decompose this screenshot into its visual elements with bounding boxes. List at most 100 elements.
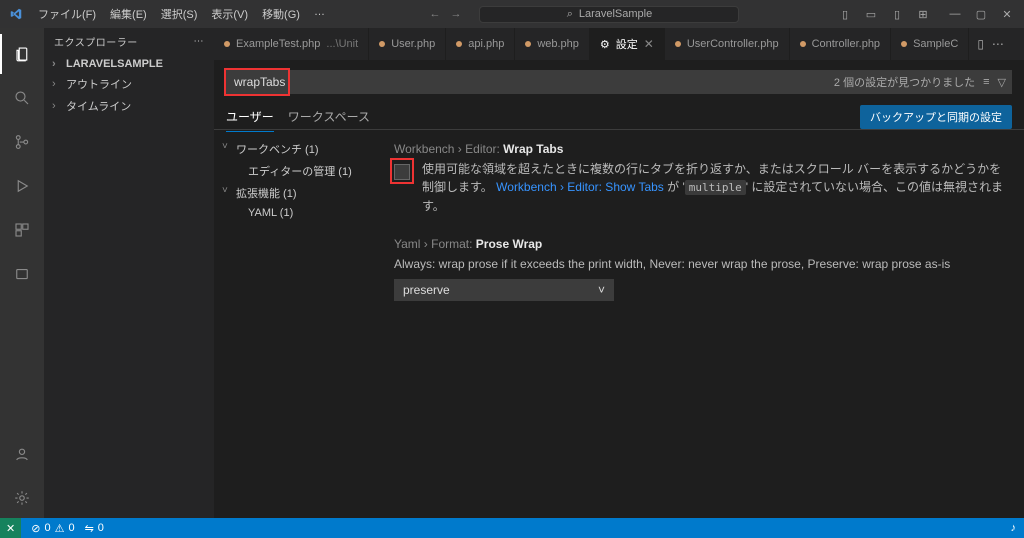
sidebar-section-outline[interactable]: アウトライン <box>44 73 214 95</box>
editor-tab[interactable]: ExampleTest.php ...\Unit <box>214 28 369 60</box>
settings-search-row: 2 個の設定が見つかりました ≡ ▽ <box>214 60 1024 100</box>
menu-go[interactable]: 移動(G) <box>256 2 306 26</box>
gear-icon: ⚙ <box>600 38 610 51</box>
status-ports[interactable]: ⇋0 <box>85 522 104 535</box>
settings-gear-icon[interactable] <box>0 478 44 518</box>
tab-label: 設定 <box>616 36 638 52</box>
editor-tab[interactable]: SampleC <box>891 28 969 60</box>
settings-header: ユーザー ワークスペース バックアップと同期の設定 <box>214 100 1024 130</box>
settings-tree-node[interactable]: YAML (1) <box>218 204 370 222</box>
window-minimize[interactable]: — <box>946 8 964 21</box>
split-editor-icon[interactable]: ▯ <box>977 37 984 51</box>
ports-icon: ⇋ <box>85 522 94 535</box>
account-icon[interactable] <box>0 434 44 474</box>
editor-area: ExampleTest.php ...\Unit User.php api.php w… <box>214 28 1024 518</box>
sidebar-title: エクスプローラー <box>54 34 138 49</box>
settings-tree-node[interactable]: ワークベンチ (1) <box>218 138 370 160</box>
file-type-icon <box>456 41 462 47</box>
settings-tree-node[interactable]: エディターの管理 (1) <box>218 160 370 182</box>
code-value: multiple <box>685 180 746 195</box>
nav-back-icon[interactable]: ← <box>429 8 440 20</box>
search-icon: ⌕ <box>567 8 573 21</box>
settings-tree: ワークベンチ (1)エディターの管理 (1)拡張機能 (1)YAML (1) <box>214 130 374 518</box>
sidebar-section-project[interactable]: LARAVELSAMPLE <box>44 55 214 73</box>
backup-sync-button[interactable]: バックアップと同期の設定 <box>860 105 1012 129</box>
menu-select[interactable]: 選択(S) <box>155 2 204 26</box>
error-icon: ⊘ <box>31 522 40 535</box>
settings-clear-icon[interactable]: ▽ <box>998 76 1006 89</box>
setting-name: Prose Wrap <box>476 237 542 251</box>
json-icon[interactable] <box>0 254 44 294</box>
setting-link[interactable]: Workbench › Editor: Show Tabs <box>496 180 664 194</box>
setting-category: Yaml › Format: <box>394 237 472 251</box>
remote-indicator[interactable]: ✕ <box>0 518 21 538</box>
setting-wrap-tabs: Workbench › Editor: Wrap Tabs 使用可能な領域を超え… <box>394 142 1004 215</box>
more-icon[interactable]: ⋯ <box>992 37 1004 51</box>
status-problems[interactable]: ⊘0 ⚠0 <box>31 522 74 535</box>
tab-label: UserController.php <box>687 38 779 50</box>
menu-view[interactable]: 表示(V) <box>205 2 254 26</box>
layout-icon-1[interactable]: ▯ <box>836 8 854 21</box>
settings-results-count: 2 個の設定が見つかりました <box>834 74 975 90</box>
layout-icon-3[interactable]: ▯ <box>888 8 906 21</box>
file-type-icon <box>800 41 806 47</box>
editor-tab[interactable]: api.php <box>446 28 515 60</box>
window-close[interactable]: ✕ <box>998 8 1016 21</box>
window-maximize[interactable]: ▢ <box>972 8 990 21</box>
run-debug-icon[interactable] <box>0 166 44 206</box>
activity-bar <box>0 28 44 518</box>
editor-tabs: ExampleTest.php ...\Unit User.php api.php w… <box>214 28 1024 60</box>
tab-label: api.php <box>468 38 504 50</box>
command-center[interactable]: ⌕ LaravelSample <box>479 6 739 23</box>
scope-user[interactable]: ユーザー <box>226 102 274 132</box>
setting-category: Workbench › Editor: <box>394 142 500 156</box>
layout-icon-2[interactable]: ▭ <box>862 8 880 21</box>
annotation-highlight <box>390 158 414 184</box>
extensions-icon[interactable] <box>0 210 44 250</box>
menu-edit[interactable]: 編集(E) <box>104 2 153 26</box>
select-value: preserve <box>403 283 450 297</box>
tab-label: SampleC <box>913 38 958 50</box>
menu-more[interactable]: … <box>308 2 331 26</box>
editor-tab[interactable]: web.php <box>515 28 590 60</box>
file-type-icon <box>379 41 385 47</box>
file-type-icon <box>525 41 531 47</box>
prose-wrap-select[interactable]: preserve ˅ <box>394 279 614 301</box>
wrap-tabs-checkbox[interactable] <box>394 164 410 180</box>
vscode-icon <box>0 7 32 21</box>
nav-forward-icon[interactable]: → <box>450 8 461 20</box>
editor-tab[interactable]: Controller.php <box>790 28 892 60</box>
tab-label: ExampleTest.php <box>236 38 320 50</box>
notification-bell-icon[interactable]: ♪ <box>1011 522 1017 534</box>
settings-content: Workbench › Editor: Wrap Tabs 使用可能な領域を超え… <box>374 130 1024 518</box>
layout-icon-4[interactable]: ⊞ <box>914 8 932 21</box>
menu-file[interactable]: ファイル(F) <box>32 2 102 26</box>
sidebar-section-timeline[interactable]: タイムライン <box>44 95 214 117</box>
setting-prose-wrap: Yaml › Format: Prose Wrap Always: wrap p… <box>394 237 1004 301</box>
tab-label: Controller.php <box>812 38 881 50</box>
search-icon[interactable] <box>0 78 44 118</box>
setting-desc-text: Always: wrap prose if it exceeds the pri… <box>394 255 1004 273</box>
warning-icon: ⚠ <box>55 522 65 535</box>
scope-workspace[interactable]: ワークスペース <box>288 102 370 132</box>
sidebar-more-icon[interactable]: ⋯ <box>194 36 205 47</box>
file-type-icon <box>675 41 681 47</box>
title-bar: ファイル(F) 編集(E) 選択(S) 表示(V) 移動(G) … ← → ⌕ … <box>0 0 1024 28</box>
editor-tab[interactable]: User.php <box>369 28 446 60</box>
workspace-name: LaravelSample <box>579 8 652 20</box>
settings-tree-node[interactable]: 拡張機能 (1) <box>218 182 370 204</box>
source-control-icon[interactable] <box>0 122 44 162</box>
tab-label: web.php <box>537 38 579 50</box>
status-bar: ✕ ⊘0 ⚠0 ⇋0 ♪ <box>0 518 1024 538</box>
sidebar: エクスプローラー ⋯ LARAVELSAMPLE アウトライン タイムライン <box>44 28 214 518</box>
tab-label: User.php <box>391 38 435 50</box>
menu-bar: ファイル(F) 編集(E) 選択(S) 表示(V) 移動(G) … <box>32 2 331 26</box>
chevron-down-icon: ˅ <box>598 283 605 297</box>
editor-tab[interactable]: UserController.php <box>665 28 790 60</box>
file-type-icon <box>901 41 907 47</box>
settings-filter-icon[interactable]: ≡ <box>983 76 989 88</box>
editor-tab[interactable]: ⚙ 設定 ✕ <box>590 28 665 60</box>
explorer-icon[interactable] <box>0 34 44 74</box>
file-type-icon <box>224 41 230 47</box>
close-icon[interactable]: ✕ <box>644 37 654 51</box>
